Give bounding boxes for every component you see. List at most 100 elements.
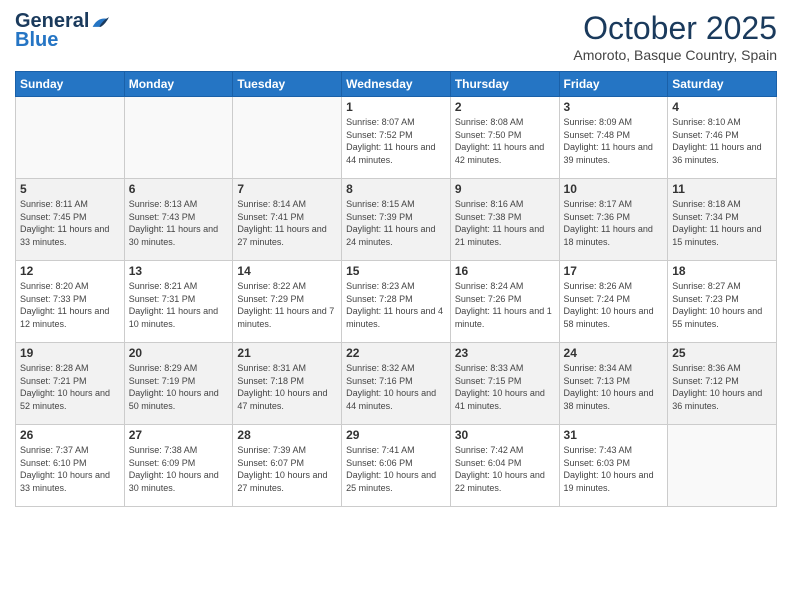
calendar-week-row: 5 Sunrise: 8:11 AM Sunset: 7:45 PM Daylig… bbox=[16, 179, 777, 261]
calendar-header-row: SundayMondayTuesdayWednesdayThursdayFrid… bbox=[16, 72, 777, 97]
day-number: 9 bbox=[455, 182, 555, 196]
calendar-cell: 17Sunrise: 8:26 AM Sunset: 7:24 PM Dayli… bbox=[559, 261, 668, 343]
logo-blue: Blue bbox=[15, 29, 58, 52]
day-number: 3 bbox=[564, 100, 664, 114]
calendar-cell: 27 Sunrise: 7:38 AM Sunset: 6:09 PM Dayli… bbox=[124, 425, 233, 507]
calendar-cell: 14Sunrise: 8:22 AM Sunset: 7:29 PM Dayli… bbox=[233, 261, 342, 343]
day-info: Sunrise: 8:13 AM Sunset: 7:43 PM Dayligh… bbox=[129, 198, 229, 248]
calendar-cell: 25 Sunrise: 8:36 AM Sunset: 7:12 PM Dayli… bbox=[668, 343, 777, 425]
calendar-cell: 13 Sunrise: 8:21 AM Sunset: 7:31 PM Dayli… bbox=[124, 261, 233, 343]
day-number: 2 bbox=[455, 100, 555, 114]
calendar-weekday-sunday: Sunday bbox=[16, 72, 125, 97]
day-info: Sunrise: 8:34 AM Sunset: 7:13 PM Dayligh… bbox=[564, 362, 664, 412]
calendar-cell bbox=[668, 425, 777, 507]
calendar-cell: 26 Sunrise: 7:37 AM Sunset: 6:10 PM Dayli… bbox=[16, 425, 125, 507]
calendar-cell: 16Sunrise: 8:24 AM Sunset: 7:26 PM Dayli… bbox=[450, 261, 559, 343]
day-number: 14 bbox=[237, 264, 337, 278]
page: General Blue October 2025 Amoroto, Basqu… bbox=[0, 0, 792, 612]
day-number: 17 bbox=[564, 264, 664, 278]
calendar-cell: 2 Sunrise: 8:08 AM Sunset: 7:50 PM Daylig… bbox=[450, 97, 559, 179]
calendar-cell bbox=[16, 97, 125, 179]
day-number: 30 bbox=[455, 428, 555, 442]
calendar-weekday-saturday: Saturday bbox=[668, 72, 777, 97]
calendar-cell: 8 Sunrise: 8:15 AM Sunset: 7:39 PM Daylig… bbox=[342, 179, 451, 261]
calendar-cell: 31 Sunrise: 7:43 AM Sunset: 6:03 PM Dayli… bbox=[559, 425, 668, 507]
day-info: Sunrise: 7:41 AM Sunset: 6:06 PM Dayligh… bbox=[346, 444, 446, 494]
day-number: 4 bbox=[672, 100, 772, 114]
day-number: 8 bbox=[346, 182, 446, 196]
day-info: Sunrise: 8:08 AM Sunset: 7:50 PM Dayligh… bbox=[455, 116, 555, 166]
calendar-week-row: 19 Sunrise: 8:28 AM Sunset: 7:21 PM Dayli… bbox=[16, 343, 777, 425]
calendar-week-row: 1 Sunrise: 8:07 AM Sunset: 7:52 PM Daylig… bbox=[16, 97, 777, 179]
day-number: 7 bbox=[237, 182, 337, 196]
day-number: 19 bbox=[20, 346, 120, 360]
day-number: 1 bbox=[346, 100, 446, 114]
calendar-cell: 5 Sunrise: 8:11 AM Sunset: 7:45 PM Daylig… bbox=[16, 179, 125, 261]
day-info: Sunrise: 8:27 AM Sunset: 7:23 PM Dayligh… bbox=[672, 280, 772, 330]
day-info: Sunrise: 8:07 AM Sunset: 7:52 PM Dayligh… bbox=[346, 116, 446, 166]
day-info: Sunrise: 8:10 AM Sunset: 7:46 PM Dayligh… bbox=[672, 116, 772, 166]
day-info: Sunrise: 8:23 AM Sunset: 7:28 PM Dayligh… bbox=[346, 280, 446, 330]
calendar-weekday-thursday: Thursday bbox=[450, 72, 559, 97]
day-info: Sunrise: 8:18 AM Sunset: 7:34 PM Dayligh… bbox=[672, 198, 772, 248]
day-number: 28 bbox=[237, 428, 337, 442]
calendar-cell: 7 Sunrise: 8:14 AM Sunset: 7:41 PM Daylig… bbox=[233, 179, 342, 261]
day-number: 21 bbox=[237, 346, 337, 360]
day-number: 29 bbox=[346, 428, 446, 442]
day-info: Sunrise: 8:33 AM Sunset: 7:15 PM Dayligh… bbox=[455, 362, 555, 412]
day-number: 5 bbox=[20, 182, 120, 196]
calendar-cell: 15 Sunrise: 8:23 AM Sunset: 7:28 PM Dayli… bbox=[342, 261, 451, 343]
day-info: Sunrise: 8:20 AM Sunset: 7:33 PM Dayligh… bbox=[20, 280, 120, 330]
calendar-cell: 12 Sunrise: 8:20 AM Sunset: 7:33 PM Dayli… bbox=[16, 261, 125, 343]
calendar-cell: 24 Sunrise: 8:34 AM Sunset: 7:13 PM Dayli… bbox=[559, 343, 668, 425]
calendar-weekday-friday: Friday bbox=[559, 72, 668, 97]
calendar-cell bbox=[124, 97, 233, 179]
calendar-cell: 20Sunrise: 8:29 AM Sunset: 7:19 PM Dayli… bbox=[124, 343, 233, 425]
day-number: 24 bbox=[564, 346, 664, 360]
day-info: Sunrise: 8:16 AM Sunset: 7:38 PM Dayligh… bbox=[455, 198, 555, 248]
calendar-cell bbox=[233, 97, 342, 179]
title-area: October 2025 Amoroto, Basque Country, Sp… bbox=[573, 10, 777, 63]
header: General Blue October 2025 Amoroto, Basqu… bbox=[15, 10, 777, 63]
day-info: Sunrise: 7:37 AM Sunset: 6:10 PM Dayligh… bbox=[20, 444, 120, 494]
calendar-cell: 6Sunrise: 8:13 AM Sunset: 7:43 PM Daylig… bbox=[124, 179, 233, 261]
day-info: Sunrise: 7:38 AM Sunset: 6:09 PM Dayligh… bbox=[129, 444, 229, 494]
calendar-cell: 22Sunrise: 8:32 AM Sunset: 7:16 PM Dayli… bbox=[342, 343, 451, 425]
day-number: 18 bbox=[672, 264, 772, 278]
day-info: Sunrise: 7:43 AM Sunset: 6:03 PM Dayligh… bbox=[564, 444, 664, 494]
calendar-cell: 23Sunrise: 8:33 AM Sunset: 7:15 PM Dayli… bbox=[450, 343, 559, 425]
day-info: Sunrise: 8:09 AM Sunset: 7:48 PM Dayligh… bbox=[564, 116, 664, 166]
day-info: Sunrise: 8:14 AM Sunset: 7:41 PM Dayligh… bbox=[237, 198, 337, 248]
calendar-cell: 28Sunrise: 7:39 AM Sunset: 6:07 PM Dayli… bbox=[233, 425, 342, 507]
calendar-table: SundayMondayTuesdayWednesdayThursdayFrid… bbox=[15, 71, 777, 507]
day-number: 13 bbox=[129, 264, 229, 278]
day-info: Sunrise: 8:31 AM Sunset: 7:18 PM Dayligh… bbox=[237, 362, 337, 412]
calendar-cell: 9 Sunrise: 8:16 AM Sunset: 7:38 PM Daylig… bbox=[450, 179, 559, 261]
calendar-weekday-monday: Monday bbox=[124, 72, 233, 97]
day-info: Sunrise: 8:21 AM Sunset: 7:31 PM Dayligh… bbox=[129, 280, 229, 330]
day-number: 31 bbox=[564, 428, 664, 442]
calendar-cell: 21 Sunrise: 8:31 AM Sunset: 7:18 PM Dayli… bbox=[233, 343, 342, 425]
calendar-cell: 11Sunrise: 8:18 AM Sunset: 7:34 PM Dayli… bbox=[668, 179, 777, 261]
day-info: Sunrise: 8:11 AM Sunset: 7:45 PM Dayligh… bbox=[20, 198, 120, 248]
calendar-cell: 19 Sunrise: 8:28 AM Sunset: 7:21 PM Dayli… bbox=[16, 343, 125, 425]
day-number: 15 bbox=[346, 264, 446, 278]
calendar-cell: 18 Sunrise: 8:27 AM Sunset: 7:23 PM Dayli… bbox=[668, 261, 777, 343]
calendar-week-row: 26 Sunrise: 7:37 AM Sunset: 6:10 PM Dayli… bbox=[16, 425, 777, 507]
day-number: 22 bbox=[346, 346, 446, 360]
calendar-weekday-wednesday: Wednesday bbox=[342, 72, 451, 97]
month-title: October 2025 bbox=[573, 10, 777, 47]
logo-bird-icon bbox=[91, 15, 109, 29]
day-info: Sunrise: 8:24 AM Sunset: 7:26 PM Dayligh… bbox=[455, 280, 555, 330]
day-number: 25 bbox=[672, 346, 772, 360]
day-info: Sunrise: 8:36 AM Sunset: 7:12 PM Dayligh… bbox=[672, 362, 772, 412]
calendar-cell: 1 Sunrise: 8:07 AM Sunset: 7:52 PM Daylig… bbox=[342, 97, 451, 179]
day-number: 20 bbox=[129, 346, 229, 360]
day-info: Sunrise: 8:15 AM Sunset: 7:39 PM Dayligh… bbox=[346, 198, 446, 248]
location: Amoroto, Basque Country, Spain bbox=[573, 47, 777, 63]
day-info: Sunrise: 8:28 AM Sunset: 7:21 PM Dayligh… bbox=[20, 362, 120, 412]
day-number: 27 bbox=[129, 428, 229, 442]
calendar-cell: 3 Sunrise: 8:09 AM Sunset: 7:48 PM Daylig… bbox=[559, 97, 668, 179]
day-number: 26 bbox=[20, 428, 120, 442]
day-number: 12 bbox=[20, 264, 120, 278]
